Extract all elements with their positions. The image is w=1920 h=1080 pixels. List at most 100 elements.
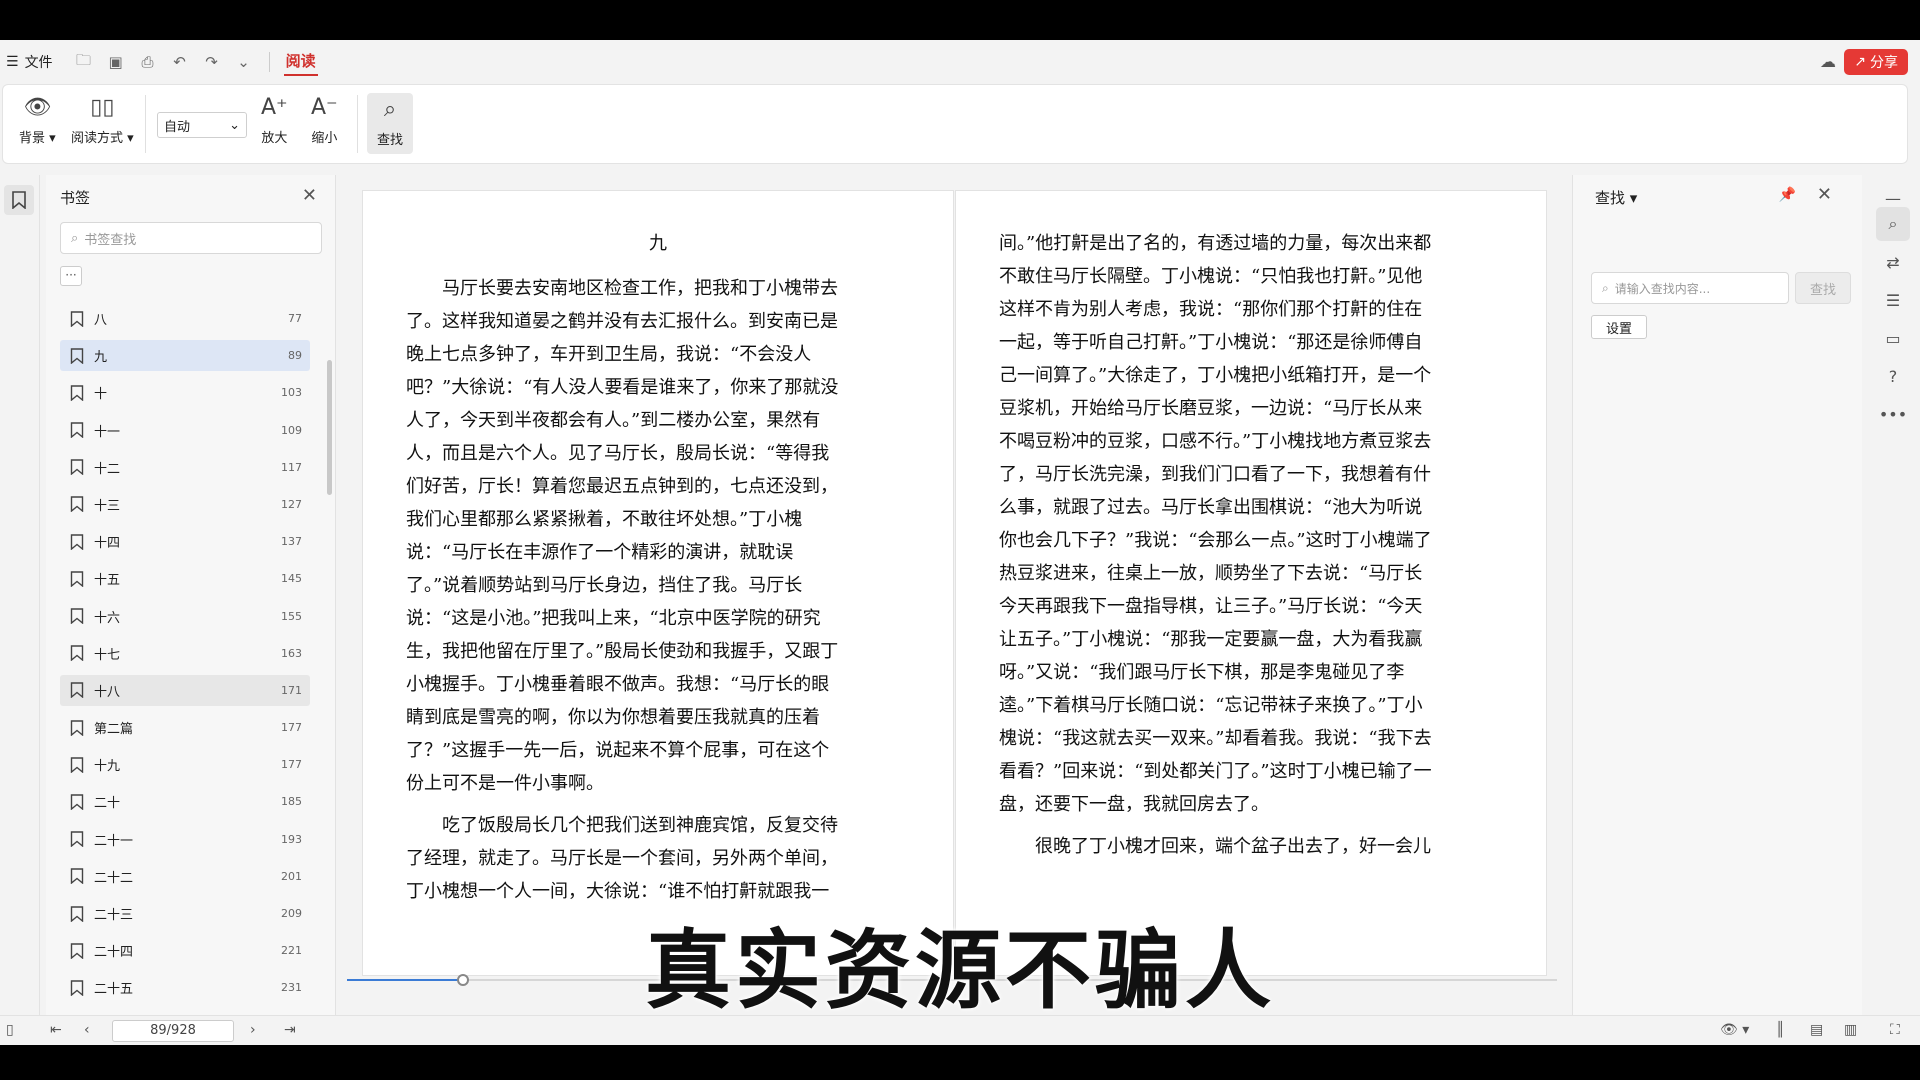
close-icon[interactable]: ✕ [1817, 184, 1832, 205]
zoom-select[interactable]: 自动 ⌄ [157, 112, 247, 138]
bookmark-item[interactable]: 十五 145 [60, 563, 310, 594]
bookmark-item[interactable]: 十四 137 [60, 526, 310, 557]
bookmark-item[interactable]: 二十五 231 [60, 972, 310, 1003]
background-label: 背景 [19, 131, 46, 146]
right-page-text: 间。”他打鼾是出了名的，有透过墙的力量，每次出来都不敢住马厅长隔壁。丁小槐说：“… [999, 227, 1440, 872]
ribbon-toolbar: 👁 背景 ▾ ▯▯ 阅读方式 ▾ 自动 ⌄ A⁺ 放大 A⁻ 缩小 ⌕ 查找 [2, 84, 1908, 164]
last-page-icon[interactable]: ⇥ [284, 1022, 296, 1038]
read-mode-button[interactable]: ▯▯ 阅读方式 ▾ [71, 93, 134, 146]
print-icon[interactable]: ⎙ [139, 53, 157, 71]
first-page-icon[interactable]: ⇤ [50, 1022, 62, 1038]
bookmark-item[interactable]: 十一 109 [60, 415, 310, 446]
bookmark-panel: 书签 ✕ ⌕ 书签查找 ··· 八 77 九 89 十 103 十一 109 十二 117 十三 12… [46, 175, 336, 1015]
bookmark-item-page: 177 [281, 721, 302, 735]
tab-read[interactable]: 阅读 [283, 48, 318, 76]
close-icon[interactable]: ✕ [302, 185, 317, 206]
bookmark-item[interactable]: 十 103 [60, 377, 310, 408]
progress-handle[interactable] [457, 974, 470, 986]
zoom-out-button[interactable]: A⁻ 缩小 [311, 93, 338, 146]
bookmark-item[interactable]: 十九 177 [60, 749, 310, 780]
zoom-in-icon: A⁺ [261, 95, 288, 120]
bookmark-item-name: 十三 [94, 498, 121, 514]
bookmark-panel-toggle[interactable] [4, 185, 34, 215]
bookmark-item-page: 137 [281, 535, 302, 549]
bookmark-item-page: 209 [281, 907, 302, 920]
bookmark-item[interactable]: 二十四 221 [60, 935, 310, 966]
find-label: 查找 [377, 133, 404, 148]
zoom-in-button[interactable]: A⁺ 放大 [261, 93, 288, 146]
redo-icon[interactable]: ↷ [203, 53, 221, 71]
bookmark-item[interactable]: 九 89 [60, 340, 310, 372]
bookmark-item-page: 77 [288, 312, 302, 325]
single-page-icon[interactable]: ▤ [1810, 1022, 1823, 1038]
bookmark-item-page: 117 [281, 460, 302, 474]
bookmark-item-name: 二十四 [94, 945, 134, 961]
bookmark-item[interactable]: 二十三 209 [60, 898, 310, 929]
undo-icon[interactable]: ↶ [171, 53, 189, 71]
bookmark-item[interactable]: 第二篇 177 [60, 712, 310, 743]
bookmark-item[interactable]: 十六 155 [60, 601, 310, 632]
more-icon[interactable]: ••• [1876, 397, 1910, 431]
right-rail: — ⌕ ⇄ ☰ ▭ ? ••• [1864, 175, 1920, 1015]
sidebar-toggle-icon[interactable]: ▯ [6, 1022, 14, 1038]
bookmark-item[interactable]: 八 77 [60, 303, 310, 334]
bookmark-item[interactable]: 二十 185 [60, 786, 310, 817]
bookmark-item-page: 221 [281, 944, 302, 958]
reading-progress-bar[interactable] [347, 974, 1557, 986]
adjust-icon[interactable]: ☰ [1876, 283, 1910, 317]
fullscreen-icon[interactable]: ⛶ [1890, 1022, 1900, 1038]
bookmark-item-page: 89 [288, 349, 302, 363]
more-options-button[interactable]: ··· [60, 266, 82, 286]
find-input[interactable]: ⌕ 请输入查找内容... [1591, 272, 1789, 304]
open-folder-icon[interactable]: 🗀 [75, 50, 93, 75]
background-button[interactable]: 👁 背景 ▾ [19, 93, 56, 146]
bookmark-item-name: 十八 [94, 684, 121, 700]
bookmark-item[interactable]: 十二 117 [60, 452, 310, 483]
save-icon[interactable]: ▣ [107, 53, 125, 71]
two-page-icon[interactable]: ▥ [1844, 1022, 1857, 1038]
bookmark-icon [70, 682, 84, 699]
eye-icon[interactable]: 👁 ▾ [1720, 1022, 1749, 1038]
translate-icon[interactable]: ⇄ [1876, 245, 1910, 279]
bookmark-icon [70, 980, 84, 996]
search-icon[interactable]: ⌕ [1876, 207, 1910, 241]
book-icon[interactable]: ▭ [1876, 321, 1910, 355]
reader-app: ☰ 文件 🗀 ▣ ⎙ ↶ ↷ ⌄ 阅读 ☁ ↗ 分享 👁 背景 ▾ ▯▯ 阅读方… [0, 40, 1920, 1045]
page-number-input[interactable]: 89/928 [112, 1020, 234, 1042]
bookmark-item[interactable]: 十三 127 [60, 489, 310, 520]
bookmark-icon [12, 191, 26, 209]
share-button[interactable]: ↗ 分享 [1844, 49, 1908, 75]
chevron-down-icon[interactable]: ⌄ [235, 53, 253, 71]
bookmark-item-name: 十四 [94, 536, 121, 552]
bookmark-item-page: 185 [281, 795, 302, 809]
cloud-sync-icon[interactable]: ☁ [1820, 52, 1836, 71]
help-icon[interactable]: ? [1876, 359, 1910, 393]
file-menu[interactable]: ☰ 文件 [6, 52, 53, 72]
pin-icon[interactable]: 📌 [1779, 187, 1796, 203]
bookmark-item[interactable]: 十七 163 [60, 638, 310, 669]
bookmark-item[interactable]: 十八 171 [60, 674, 310, 706]
find-button[interactable]: ⌕ 查找 [367, 93, 414, 154]
find-panel-title-label: 查找 [1595, 189, 1626, 207]
bookmark-search-input[interactable]: ⌕ 书签查找 [60, 222, 322, 254]
zoom-select-value: 自动 [164, 119, 191, 135]
bookmark-item-name: 十 [94, 387, 108, 403]
next-page-icon[interactable]: › [250, 1022, 256, 1038]
bookmark-item-name: 二十一 [94, 833, 134, 849]
ribbon-divider [357, 95, 358, 153]
bookmark-icon [70, 905, 84, 922]
previous-page-icon[interactable]: ‹ [84, 1022, 90, 1038]
find-submit-button[interactable]: 查找 [1795, 272, 1851, 304]
zoom-out-label: 缩小 [311, 131, 338, 146]
find-panel-title[interactable]: 查找 ▾ [1595, 187, 1637, 208]
eye-icon: 👁 [23, 95, 52, 120]
bookmark-item-page: 155 [281, 609, 302, 623]
bookmark-item-page: 231 [281, 981, 302, 995]
bookmark-item[interactable]: 二十一 193 [60, 824, 310, 855]
find-settings-button[interactable]: 设置 [1591, 315, 1647, 339]
paragraph: 吃了饭殷局长几个把我们送到神鹿宾馆，反复交待了经理，就走了。马厅长是一个套间，另… [406, 815, 838, 902]
scrollbar[interactable] [327, 360, 332, 495]
menu-divider [268, 52, 270, 72]
continuous-view-icon[interactable]: ║ [1776, 1022, 1784, 1038]
bookmark-item[interactable]: 二十二 201 [60, 861, 310, 892]
